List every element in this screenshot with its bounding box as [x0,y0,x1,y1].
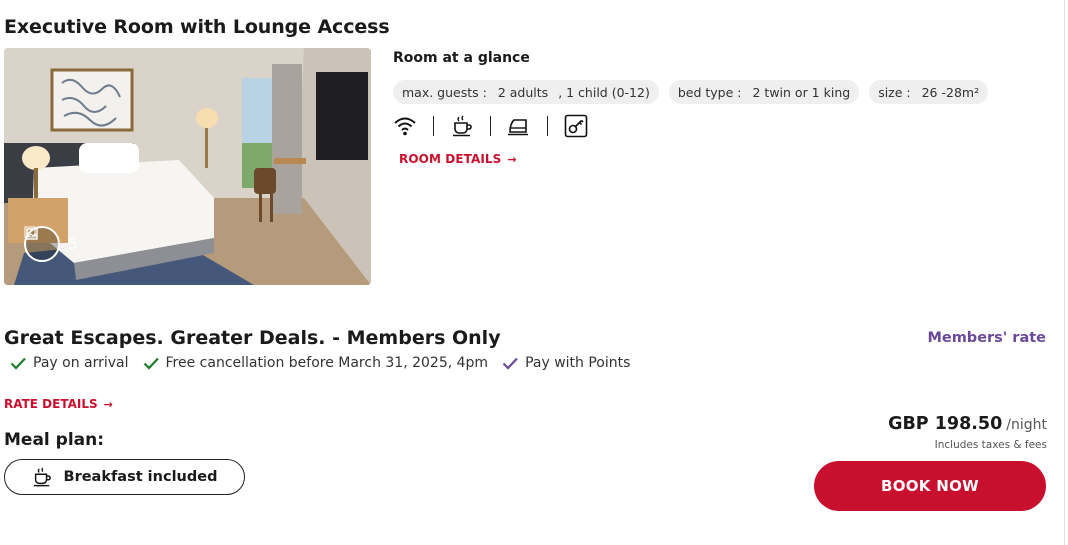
photo-counter: 5 [24,226,96,262]
room-photo[interactable]: 5 [4,48,371,285]
coffee-icon [450,114,474,138]
max-guests-chip: max. guests : 2 adults , 1 child (0-12) [393,80,659,104]
meal-plan-pill: Breakfast included [4,459,245,495]
wifi-icon [393,114,417,138]
room-size-label: size : [878,84,911,100]
room-size-chip: size : 26 -28m² [869,80,989,104]
room-rate-card: Executive Room with Lounge Access 5 Room… [0,0,1068,545]
perk-label: Free cancellation before March 31, 2025,… [165,355,489,371]
meal-plan-value: Breakfast included [63,469,218,485]
max-guests-child: , 1 child (0-12) [558,84,650,100]
room-title: Executive Room with Lounge Access [4,16,390,38]
perk-free-cancellation: Free cancellation before March 31, 2025,… [143,355,489,371]
room-glance-title: Room at a glance [393,50,530,66]
check-icon [10,357,26,370]
perk-label: Pay on arrival [33,355,129,371]
price-note: Includes taxes & fees [934,439,1047,451]
divider [433,116,434,136]
divider [547,116,548,136]
arrow-right-icon: → [103,397,113,411]
meal-plan-label: Meal plan: [4,430,105,450]
bed-type-value: 2 twin or 1 king [752,84,851,100]
check-icon [143,357,159,370]
perk-pay-on-arrival: Pay on arrival [10,355,129,371]
coffee-icon [33,467,51,487]
arrow-right-icon: → [507,152,517,166]
perk-pay-with-points: Pay with Points [502,355,630,371]
gallery-button[interactable] [24,226,60,262]
divider [490,116,491,136]
members-rate-badge: Members' rate [927,330,1046,346]
room-size-value: 26 -28m² [921,84,980,100]
room-details-label: ROOM DETAILS [399,152,502,166]
amenities-row [393,114,588,138]
max-guests-adults: 2 adults [497,84,549,100]
rate-perks: Pay on arrival Free cancellation before … [10,355,644,371]
check-icon [502,357,518,370]
key-icon [564,114,588,138]
room-details-link[interactable]: ROOM DETAILS → [399,152,517,166]
book-now-button[interactable]: BOOK NOW [814,461,1046,511]
photo-count: 5 [68,235,78,253]
price-unit: /night [1006,417,1047,433]
rate-details-link[interactable]: RATE DETAILS → [4,397,113,411]
max-guests-label: max. guests : [402,84,487,100]
room-specs: max. guests : 2 adults , 1 child (0-12) … [393,80,989,104]
gallery-icon [24,226,38,240]
iron-icon [507,114,531,138]
price-per-night: GBP 198.50 /night [888,414,1047,434]
bed-type-chip: bed type : 2 twin or 1 king [668,80,860,104]
price-amount: GBP 198.50 [888,414,1003,434]
rate-details-label: RATE DETAILS [4,397,98,411]
divider [1064,0,1065,545]
bed-type-label: bed type : [677,84,742,100]
perk-label: Pay with Points [525,355,631,371]
rate-title: Great Escapes. Greater Deals. - Members … [4,327,501,349]
